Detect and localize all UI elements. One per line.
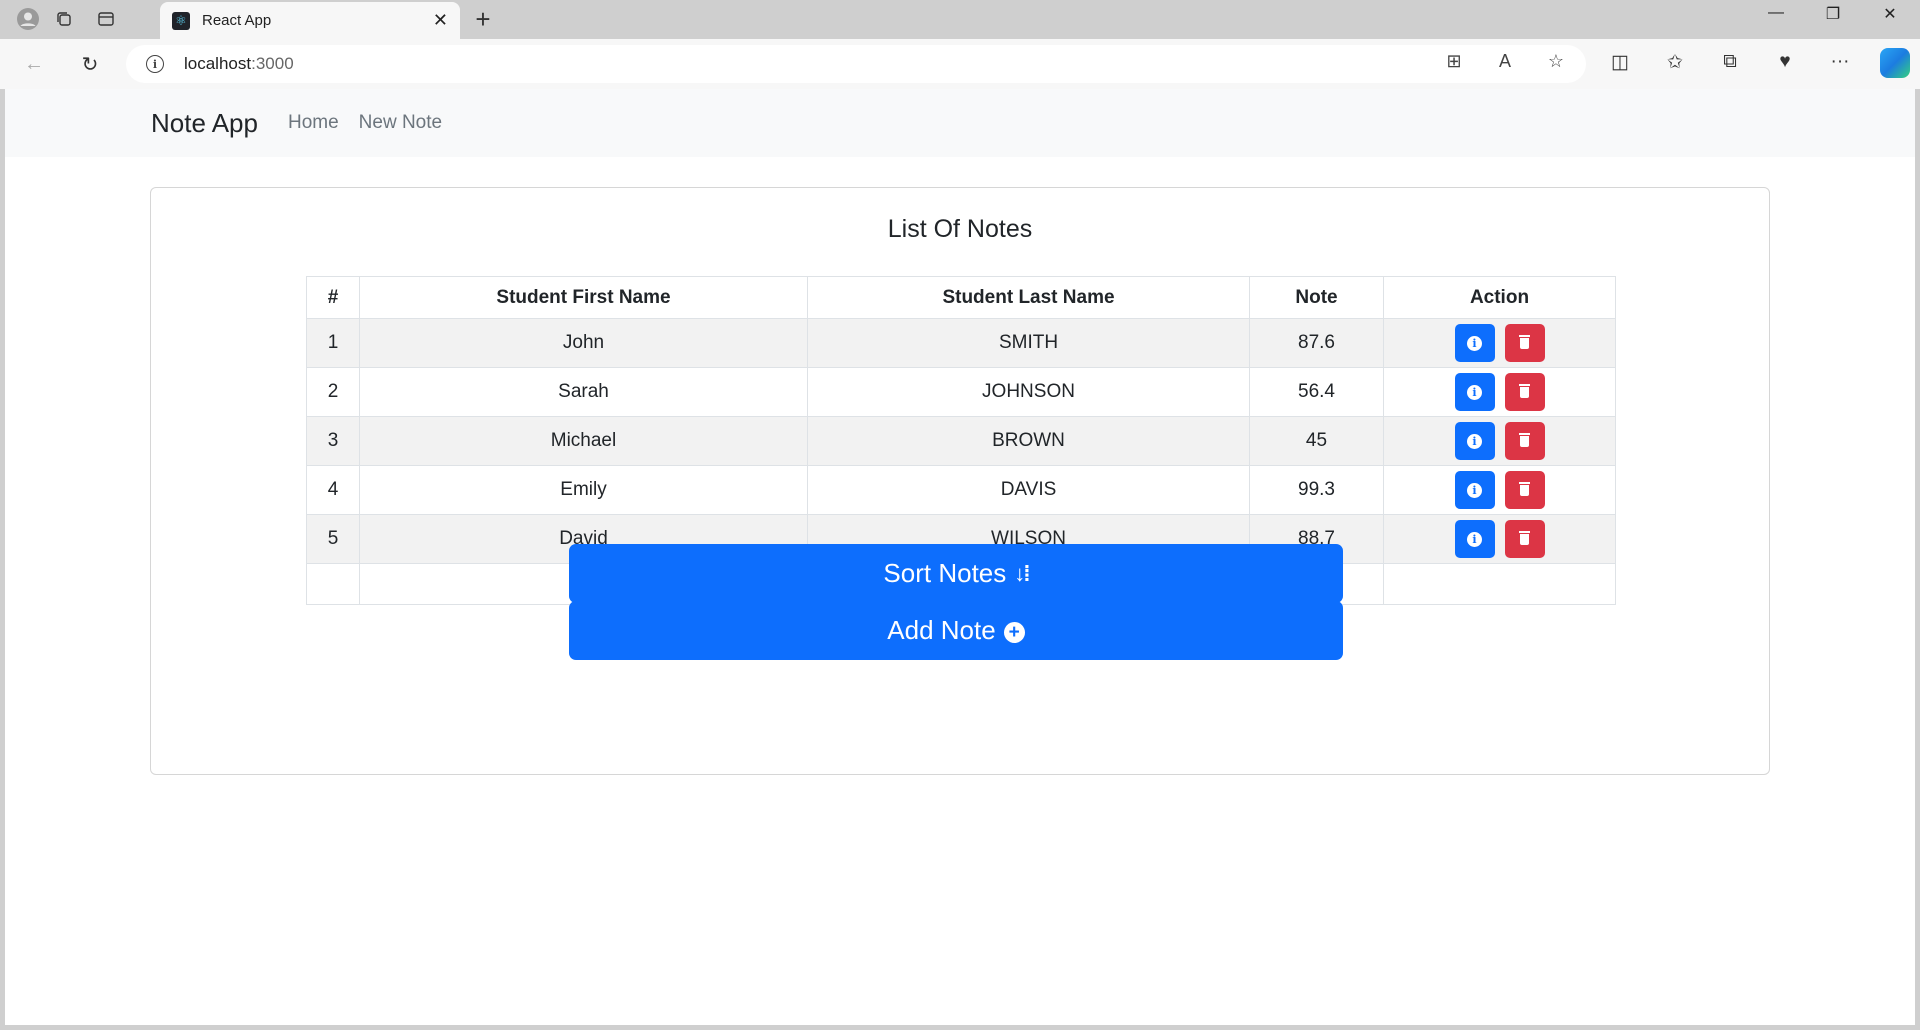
row-note: 87.6 [1249,318,1384,368]
row-number: 3 [306,416,360,466]
info-icon: i [1467,482,1482,498]
profile-icon[interactable] [12,3,44,35]
sort-notes-button[interactable]: Sort Notes ↓⁞ [569,544,1343,603]
row-actions: i [1383,514,1616,564]
delete-button[interactable] [1504,373,1545,411]
address-bar[interactable]: i localhost:3000 [126,45,1586,83]
trash-icon [1519,481,1530,496]
row-actions: i [1383,367,1616,417]
workspaces-icon[interactable] [48,3,80,35]
delete-button[interactable] [1504,471,1545,509]
page-viewport: Note App Home New Note List Of Notes # S… [5,89,1915,1025]
info-icon: i [1467,384,1482,400]
table-row: 1 John SMITH 87.6 i [306,318,1616,368]
add-note-label: Add Note [887,615,996,645]
close-window-icon[interactable]: ✕ [1867,4,1913,24]
header-number: # [306,276,360,319]
row-first-name: John [359,318,808,368]
active-tab[interactable]: ⚛ React App ✕ [160,2,460,39]
row-number: 2 [306,367,360,417]
row-note: 99.3 [1249,465,1384,515]
restore-icon[interactable]: ❐ [1810,4,1856,24]
nav-link-home[interactable]: Home [288,112,339,134]
row-last-name: DAVIS [807,465,1250,515]
info-button[interactable]: i [1454,471,1495,509]
info-button[interactable]: i [1454,324,1495,362]
app-navbar: Note App Home New Note [5,89,1915,157]
info-icon: i [1467,531,1482,547]
info-icon: i [1467,335,1482,351]
copilot-icon[interactable] [1880,48,1910,78]
header-first-name: Student First Name [359,276,808,319]
header-last-name: Student Last Name [807,276,1250,319]
trash-icon [1519,383,1530,398]
sort-notes-label: Sort Notes [883,558,1007,588]
trash-icon [1519,334,1530,349]
row-last-name: SMITH [807,318,1250,368]
plus-circle-icon: + [1003,622,1025,643]
add-note-button[interactable]: Add Note + [569,601,1343,660]
trash-icon [1519,432,1530,447]
row-actions: i [1383,416,1616,466]
table-row: 3 Michael BROWN 45 i [306,416,1616,466]
row-number: 4 [306,465,360,515]
average-empty-cell [306,563,360,605]
header-action: Action [1383,276,1616,319]
browser-essentials-icon[interactable]: ♥ [1771,51,1799,73]
favorite-star-icon[interactable]: ☆ [1542,51,1570,72]
table-header-row: # Student First Name Student Last Name N… [306,276,1616,319]
back-icon[interactable]: ← [18,48,50,80]
navbar-brand[interactable]: Note App [151,108,258,139]
table-row: 4 Emily DAVIS 99.3 i [306,465,1616,515]
delete-button[interactable] [1504,520,1545,558]
info-icon: i [1467,433,1482,449]
row-first-name: Michael [359,416,808,466]
average-action-cell [1383,563,1616,605]
url-text: localhost:3000 [184,54,294,73]
row-first-name: Sarah [359,367,808,417]
trash-icon [1519,530,1530,545]
row-note: 56.4 [1249,367,1384,417]
delete-button[interactable] [1504,324,1545,362]
row-note: 45 [1249,416,1384,466]
tab-close-icon[interactable]: ✕ [433,10,448,31]
info-button[interactable]: i [1454,520,1495,558]
vertical-tabs-icon[interactable] [90,3,122,35]
new-tab-icon[interactable]: + [468,4,498,35]
info-button[interactable]: i [1454,422,1495,460]
card-title: List Of Notes [887,215,1033,243]
read-aloud-icon[interactable]: A [1491,51,1519,72]
header-note: Note [1249,276,1384,319]
row-actions: i [1383,318,1616,368]
refresh-icon[interactable]: ↻ [74,48,106,80]
favorites-icon[interactable]: ✩ [1661,51,1689,74]
info-button[interactable]: i [1454,373,1495,411]
row-number: 5 [306,514,360,564]
more-options-icon[interactable]: ··· [1826,51,1854,73]
site-info-icon[interactable]: i [146,55,164,73]
nav-link-new-note[interactable]: New Note [359,112,442,134]
row-actions: i [1383,465,1616,515]
table-row: 2 Sarah JOHNSON 56.4 i [306,367,1616,417]
minimize-icon[interactable]: — [1753,4,1799,22]
sort-icon: ↓⁞ [1014,560,1030,586]
react-favicon-icon: ⚛ [172,11,190,30]
tab-title: React App [202,12,272,29]
app-available-icon[interactable]: ⊞ [1440,51,1468,72]
row-number: 1 [306,318,360,368]
browser-toolbar: ← ↻ i localhost:3000 ⊞ A ☆ ◫ ✩ ⧉ ♥ ··· [0,39,1920,89]
delete-button[interactable] [1504,422,1545,460]
split-screen-icon[interactable]: ◫ [1606,51,1634,74]
collections-icon[interactable]: ⧉ [1716,51,1744,73]
browser-tab-bar: ⚛ React App ✕ + — ❐ ✕ [0,0,1920,39]
row-last-name: BROWN [807,416,1250,466]
row-first-name: Emily [359,465,808,515]
row-last-name: JOHNSON [807,367,1250,417]
notes-card: List Of Notes # Student First Name Stude… [150,187,1770,775]
